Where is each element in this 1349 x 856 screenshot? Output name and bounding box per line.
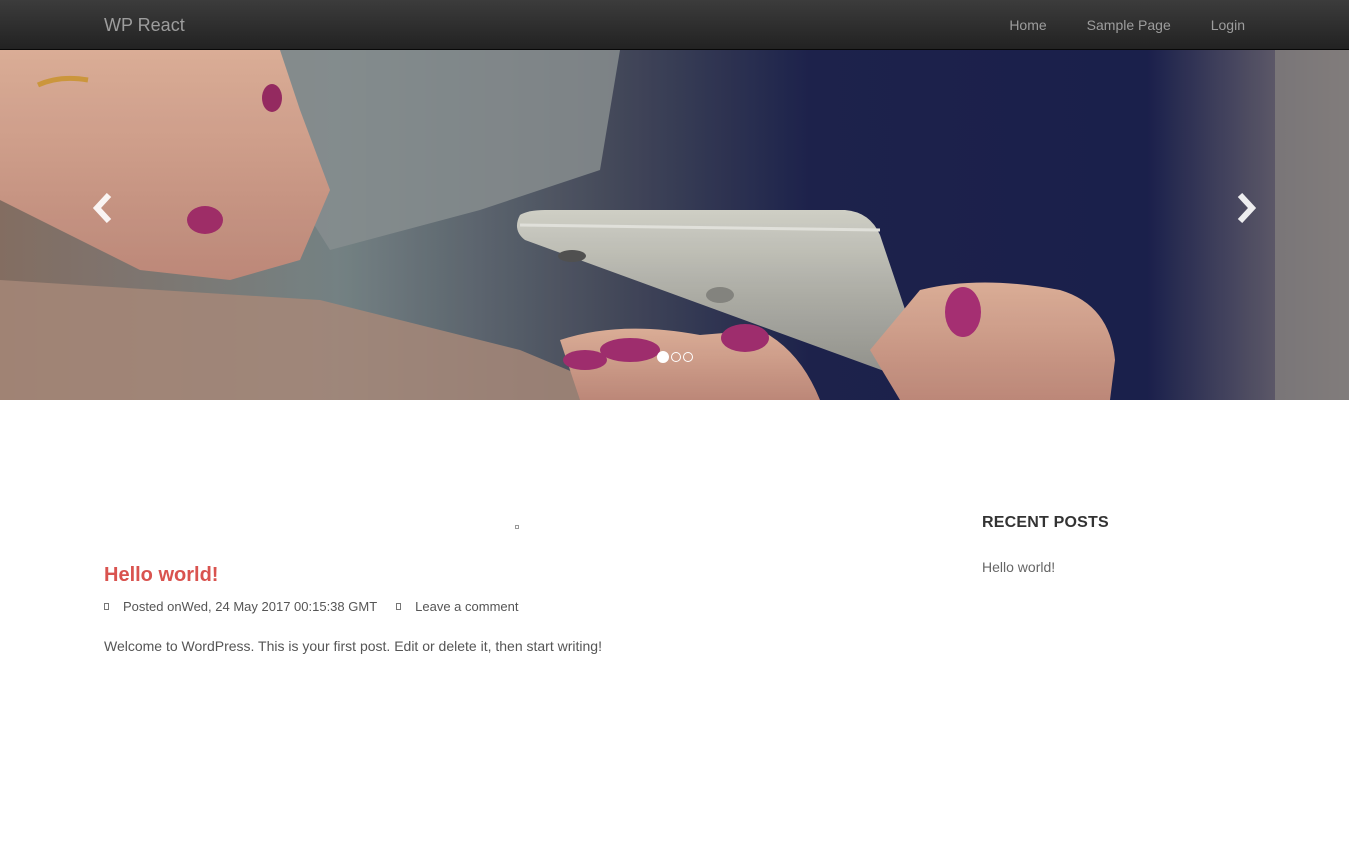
nav-link-sample-page[interactable]: Sample Page (1067, 0, 1191, 50)
post-date: Posted onWed, 24 May 2017 00:15:38 GMT (123, 599, 378, 614)
carousel-indicators (0, 351, 1349, 363)
post-thumbnail-broken-image (515, 525, 519, 529)
nav-link-home[interactable]: Home (989, 0, 1066, 50)
leave-comment-link[interactable]: Leave a comment (415, 599, 518, 614)
carousel-next-button[interactable] (1225, 188, 1265, 228)
carousel-indicator-3[interactable] (682, 352, 693, 362)
carousel-indicator-2[interactable] (670, 352, 681, 362)
post-title-link[interactable]: Hello world! (104, 564, 218, 587)
brand-link[interactable]: WP React (104, 14, 185, 36)
nav-menu: Home Sample Page Login (989, 0, 1245, 50)
recent-post-link[interactable]: Hello world! (982, 559, 1055, 575)
recent-posts-heading: RECENT POSTS (982, 514, 1109, 531)
post-meta: Posted onWed, 24 May 2017 00:15:38 GMT L… (104, 599, 518, 614)
top-navbar: WP React Home Sample Page Login (0, 0, 1349, 50)
hero-carousel (0, 50, 1349, 400)
calendar-icon (104, 603, 109, 610)
chevron-right-icon (1237, 193, 1256, 223)
carousel-slide-image (0, 50, 1349, 400)
carousel-indicator-1[interactable] (656, 351, 669, 363)
comment-icon (396, 603, 402, 610)
carousel-prev-button[interactable] (84, 188, 124, 228)
post-excerpt: Welcome to WordPress. This is your first… (104, 638, 602, 654)
nav-link-login[interactable]: Login (1191, 0, 1245, 50)
chevron-left-icon (93, 193, 112, 223)
